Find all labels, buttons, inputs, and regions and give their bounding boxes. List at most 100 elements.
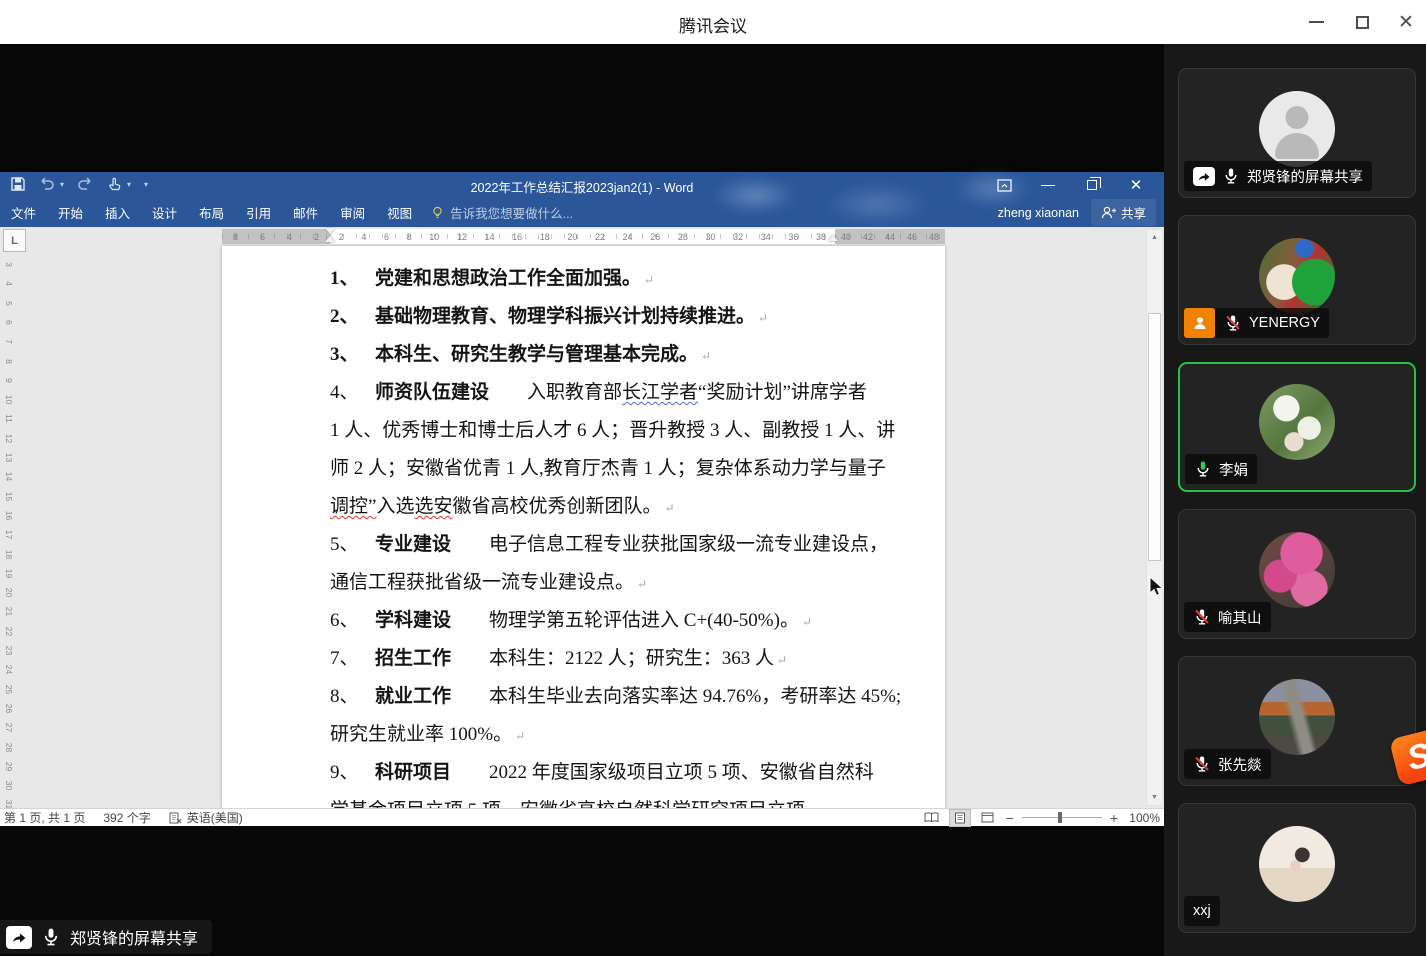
titlebar-right-group: zheng xiaonan 共享: [998, 198, 1156, 227]
vertical-ruler[interactable]: 3456789101112131415161718192021222324252…: [0, 245, 15, 808]
view-web-layout-button[interactable]: [978, 810, 998, 826]
word-minimize-icon: [1041, 185, 1055, 186]
document-scrollbar[interactable]: ▲ ▼: [1146, 229, 1163, 806]
minimize-icon: [1309, 21, 1324, 23]
right-indent-marker[interactable]: [828, 235, 838, 241]
participant-tile[interactable]: xxj: [1178, 803, 1416, 933]
participant-tile-speaking[interactable]: 李娟: [1178, 362, 1416, 492]
status-right-group: − + 100%: [922, 810, 1160, 826]
participant-tile[interactable]: 喻其山: [1178, 509, 1416, 639]
name-badge: 喻其山: [1184, 602, 1271, 632]
zoom-slider-handle[interactable]: [1058, 812, 1062, 823]
word-window-controls: ✕: [982, 172, 1158, 198]
tab-view[interactable]: 视图: [376, 198, 423, 227]
doc-line: 师 2 人；安徽省优青 1 人,教育厅杰青 1 人；复杂体系动力学与量子: [330, 450, 945, 488]
close-icon: ✕: [1398, 13, 1414, 32]
ruler-number: 25: [1, 683, 14, 696]
account-name[interactable]: zheng xiaonan: [998, 206, 1079, 220]
word-close-button[interactable]: ✕: [1114, 172, 1158, 198]
screen-share-icon: [6, 926, 32, 949]
app-window: 腾讯会议 ✕ ▾ ▾ ▾ 2: [0, 0, 1426, 956]
view-read-mode-button[interactable]: [922, 810, 942, 826]
tab-insert[interactable]: 插入: [94, 198, 141, 227]
scroll-down-button[interactable]: ▼: [1147, 790, 1162, 805]
ruler-number: 2: [314, 232, 319, 242]
ruler-number: 4: [1, 277, 14, 290]
word-titlebar: ▾ ▾ ▾ 2022年工作总结汇报2023jan2(1) - Word ✕: [0, 172, 1164, 198]
doc-line: 通信工程获批省级一流专业建设点。: [330, 564, 945, 602]
tab-mailings[interactable]: 邮件: [282, 198, 329, 227]
zoom-in-button[interactable]: +: [1110, 811, 1118, 825]
ruler-number: 17: [1, 528, 14, 541]
tab-review[interactable]: 审阅: [329, 198, 376, 227]
ruler-number: 16: [1, 509, 14, 522]
ruler-number: 4: [361, 232, 366, 242]
ruler-number: 28: [678, 232, 688, 242]
ribbon-display-options-button[interactable]: [982, 172, 1026, 198]
tab-home[interactable]: 开始: [47, 198, 94, 227]
doc-line: 2、基础物理教育、物理学科振兴计划持续推进。: [330, 298, 945, 336]
participant-name: 李娟: [1219, 459, 1248, 480]
ruler-number: 40: [841, 232, 851, 242]
ruler-number: 13: [1, 451, 14, 464]
ruler-number: 9: [1, 374, 14, 387]
ruler-number: 46: [907, 232, 917, 242]
ruler-number: 6: [1, 316, 14, 329]
word-restore-button[interactable]: [1070, 172, 1114, 198]
document-page[interactable]: 1、党建和思想政治工作全面加强。 2、基础物理教育、物理学科振兴计划持续推进。 …: [222, 246, 945, 808]
tab-file[interactable]: 文件: [0, 198, 47, 227]
participants-panel: 郑贤锋的屏幕共享 YENERGY 李娟: [1164, 44, 1426, 956]
ruler-number: 8: [407, 232, 412, 242]
first-line-indent-marker[interactable]: [325, 228, 335, 234]
ruler-number: 34: [761, 232, 771, 242]
ruler-number: 3: [1, 258, 14, 271]
scrollbar-thumb[interactable]: [1148, 313, 1161, 561]
doc-line: 9、科研项目2022 年度国家级项目立项 5 项、安徽省自然科: [330, 754, 945, 792]
scroll-up-button[interactable]: ▲: [1147, 230, 1162, 245]
tab-references[interactable]: 引用: [235, 198, 282, 227]
tab-layout[interactable]: 布局: [188, 198, 235, 227]
ruler-number: 38: [816, 232, 826, 242]
page-indicator[interactable]: 第 1 页, 共 1 页: [4, 809, 85, 826]
participant-name: xxj: [1193, 903, 1211, 919]
maximize-button[interactable]: [1350, 10, 1374, 34]
tab-design[interactable]: 设计: [141, 198, 188, 227]
ruler-number: 11: [1, 412, 14, 425]
ruler-number: 48: [929, 232, 939, 242]
screen-share-banner[interactable]: 郑贤锋的屏幕共享: [0, 920, 212, 954]
participant-tile[interactable]: 张先燚: [1178, 656, 1416, 786]
ruler-number: 42: [863, 232, 873, 242]
ruler-number: 18: [540, 232, 550, 242]
word-minimize-button[interactable]: [1026, 172, 1070, 198]
doc-line: 3、本科生、研究生教学与管理基本完成。: [330, 336, 945, 374]
avatar-photo: [1259, 679, 1335, 755]
zoom-level[interactable]: 100%: [1126, 811, 1160, 825]
avatar-photo: [1259, 384, 1335, 460]
word-count[interactable]: 392 个字: [103, 809, 150, 826]
ruler-number: 2: [339, 232, 344, 242]
zoom-slider[interactable]: [1022, 817, 1102, 818]
minimize-button[interactable]: [1304, 10, 1328, 34]
proofing-status[interactable]: 英语(美国): [169, 809, 243, 826]
mic-active-icon: [1194, 460, 1212, 478]
document-text: 1、党建和思想政治工作全面加强。 2、基础物理教育、物理学科振兴计划持续推进。 …: [222, 246, 945, 808]
zoom-out-button[interactable]: −: [1006, 811, 1014, 825]
name-badge: 李娟: [1185, 454, 1257, 484]
participant-tile-sharer[interactable]: 郑贤锋的屏幕共享: [1178, 68, 1416, 198]
ruler-number: 4: [287, 232, 292, 242]
avatar-placeholder: [1259, 91, 1335, 167]
close-button[interactable]: ✕: [1394, 10, 1418, 34]
ruler-number: 26: [1, 702, 14, 715]
tell-me-placeholder: 告诉我您想要做什么...: [450, 203, 573, 222]
participant-tile[interactable]: YENERGY: [1178, 215, 1416, 345]
ruler-number: 19: [1, 567, 14, 580]
tell-me-box[interactable]: 告诉我您想要做什么...: [431, 203, 573, 222]
proofing-icon: [169, 812, 182, 824]
view-print-layout-button[interactable]: [950, 810, 970, 826]
ruler-right-margin: 4042444648: [835, 229, 945, 244]
doc-line: 7、招生工作本科生：2122 人；研究生：363 人: [330, 640, 945, 678]
document-area: L 8642 246810121416182022242628303234363…: [0, 227, 1164, 808]
hanging-indent-marker[interactable]: [325, 236, 335, 242]
word-share-button[interactable]: 共享: [1091, 199, 1156, 226]
participant-name: 张先燚: [1218, 754, 1262, 775]
